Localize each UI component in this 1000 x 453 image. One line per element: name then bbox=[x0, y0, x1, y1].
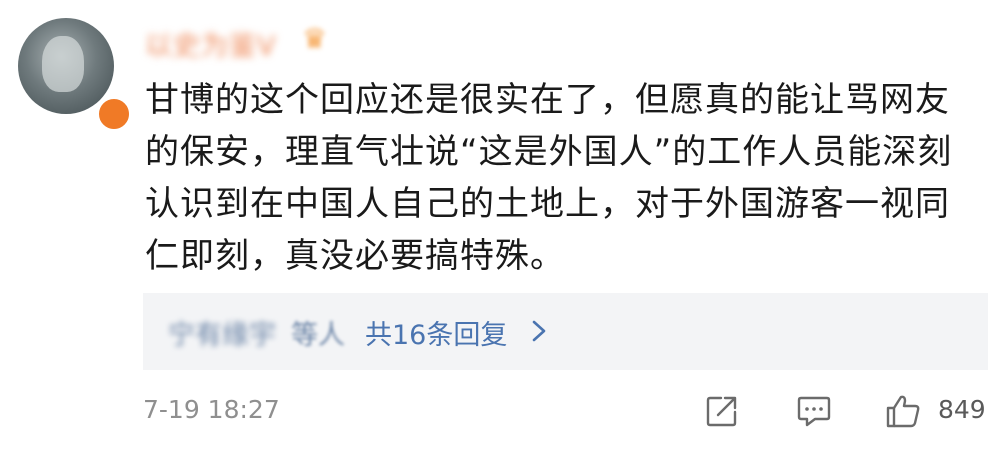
chevron-right-icon[interactable] bbox=[528, 317, 550, 345]
replies-preview[interactable]: 宁有缘宇 等人 共16条回复 bbox=[143, 293, 988, 370]
comment-icon[interactable] bbox=[795, 392, 833, 430]
like-icon[interactable] bbox=[884, 392, 922, 430]
avatar-figure bbox=[42, 36, 84, 92]
crown-icon: ♛ bbox=[302, 22, 328, 55]
like-count: 849 bbox=[938, 395, 986, 424]
reply-etc-label: 等人 bbox=[291, 320, 345, 351]
avatar[interactable] bbox=[18, 18, 132, 132]
reply-user-names[interactable]: 宁有缘宇 bbox=[168, 313, 276, 352]
share-icon[interactable] bbox=[703, 392, 741, 430]
username[interactable]: 以史为鉴V bbox=[145, 24, 276, 63]
comment-timestamp: 7-19 18:27 bbox=[143, 395, 280, 424]
comment-text: 甘博的这个回应还是很实在了，但愿真的能让骂网友的保安，理直气壮说“这是外国人”的… bbox=[145, 80, 953, 276]
verified-badge-icon bbox=[96, 96, 132, 132]
view-replies-link[interactable]: 共16条回复 bbox=[365, 313, 507, 352]
